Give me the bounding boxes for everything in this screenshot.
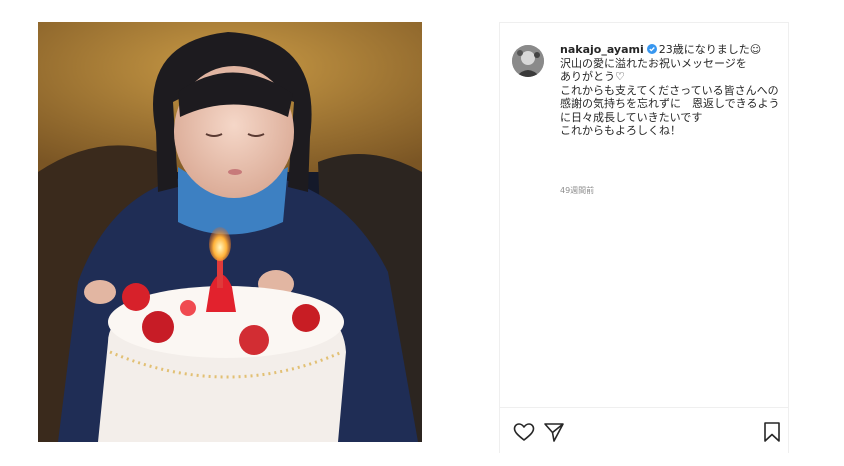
birthday-photo-illustration [38,22,422,442]
paper-plane-icon[interactable] [542,420,566,444]
avatar[interactable] [512,45,544,77]
post-caption: nakajo_ayami 23歳になりました☺︎ 沢山の愛に溢れたお祝いメッセージ… [560,43,782,138]
caption-text: 23歳になりました☺︎ 沢山の愛に溢れたお祝いメッセージを ありがとう♡ これか… [560,43,780,137]
post-photo[interactable] [38,22,422,442]
verified-badge-icon [646,44,657,54]
post-details-panel: nakajo_ayami 23歳になりました☺︎ 沢山の愛に溢れたお祝いメッセージ… [499,22,789,453]
avatar-image [512,45,544,77]
heart-icon[interactable] [512,420,536,444]
post-timestamp[interactable]: 49週間前 [560,185,594,196]
bookmark-icon[interactable] [760,420,784,444]
username-link[interactable]: nakajo_ayami [560,43,644,56]
action-bar [500,407,788,454]
